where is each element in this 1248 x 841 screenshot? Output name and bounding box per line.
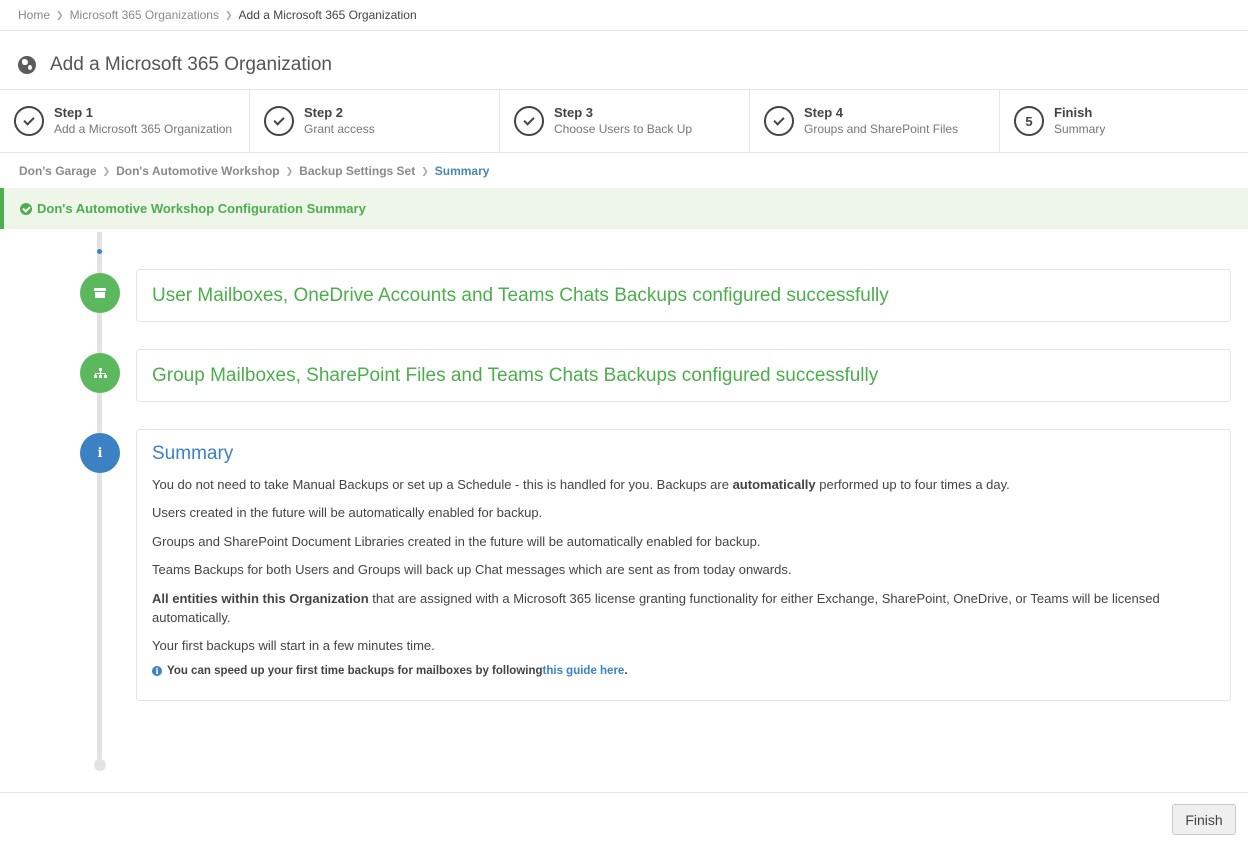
check-circle-icon	[20, 202, 32, 215]
breadcrumb-workshop-link[interactable]: Don's Automotive Workshop	[116, 164, 280, 178]
alert-text: Don's Automotive Workshop Configuration …	[37, 201, 366, 216]
breadcrumb-summary: Summary	[434, 164, 490, 178]
summary-paragraph: All entities within this Organization th…	[152, 591, 1160, 625]
timeline-end-dot	[94, 759, 106, 771]
step-title: Step 4	[804, 104, 844, 120]
step-number-badge: 5	[1014, 106, 1044, 136]
summary-paragraph: Your first backups will start in a few m…	[152, 638, 435, 653]
finish-button[interactable]: Finish	[1172, 804, 1236, 835]
wizard-step-4[interactable]: Step 4 Groups and SharePoint Files	[750, 90, 1000, 152]
breadcrumb-home-link[interactable]: Home	[18, 8, 50, 22]
wizard-step-finish: 5 Finish Summary	[1000, 90, 1248, 152]
timeline-card-title: Group Mailboxes, SharePoint Files and Te…	[152, 365, 879, 386]
breadcrumb-current: Add a Microsoft 365 Organization	[238, 8, 417, 22]
check-icon	[14, 106, 44, 136]
chevron-right-icon: ❯	[421, 165, 429, 176]
breadcrumb: Home ❯ Microsoft 365 Organizations ❯ Add…	[18, 7, 417, 23]
divider	[0, 792, 1248, 793]
check-icon	[764, 106, 794, 136]
wizard-steps: Step 1 Add a Microsoft 365 Organization …	[0, 89, 1248, 153]
summary-paragraph: You do not need to take Manual Backups o…	[152, 477, 1010, 492]
summary-paragraph: Groups and SharePoint Document Libraries…	[152, 534, 761, 549]
globe-icon	[18, 56, 36, 74]
step-subtitle: Add a Microsoft 365 Organization	[54, 121, 233, 136]
step-title: Finish	[1054, 104, 1093, 120]
summary-title: Summary	[152, 443, 234, 464]
step-subtitle: Summary	[1054, 121, 1106, 136]
info-circle-icon: i	[152, 666, 162, 676]
chevron-right-icon: ❯	[56, 9, 64, 20]
step-subtitle: Grant access	[304, 121, 375, 136]
wizard-step-2[interactable]: Step 2 Grant access	[250, 90, 500, 152]
wizard-step-3[interactable]: Step 3 Choose Users to Back Up	[500, 90, 750, 152]
timeline-card-title: User Mailboxes, OneDrive Accounts and Te…	[152, 285, 889, 306]
check-icon	[514, 106, 544, 136]
breadcrumb-organizations-link[interactable]: Microsoft 365 Organizations	[70, 8, 219, 22]
summary-tip: i You can speed up your first time backu…	[152, 665, 628, 677]
chevron-right-icon: ❯	[224, 9, 233, 20]
breadcrumb-garage-link[interactable]: Don's Garage	[19, 164, 97, 178]
guide-link[interactable]: this guide here	[543, 665, 625, 677]
summary-paragraph: Teams Backups for both Users and Groups …	[152, 562, 792, 577]
info-icon: i	[80, 433, 120, 473]
page-title: Add a Microsoft 365 Organization	[50, 54, 332, 75]
summary-card: Summary You do not need to take Manual B…	[136, 429, 1231, 701]
divider	[0, 30, 1248, 31]
chevron-right-icon: ❯	[285, 165, 294, 176]
summary-paragraph: Users created in the future will be auto…	[152, 505, 543, 520]
page-header: Add a Microsoft 365 Organization	[18, 52, 332, 78]
sitemap-icon	[80, 353, 120, 393]
step-title: Step 1	[54, 104, 94, 120]
timeline-card-users: User Mailboxes, OneDrive Accounts and Te…	[136, 269, 1231, 322]
timeline-card-groups: Group Mailboxes, SharePoint Files and Te…	[136, 349, 1231, 402]
archive-icon	[80, 273, 120, 313]
check-icon	[264, 106, 294, 136]
step-title: Step 3	[554, 104, 594, 120]
step-subtitle: Groups and SharePoint Files	[804, 121, 959, 136]
wizard-step-1[interactable]: Step 1 Add a Microsoft 365 Organization	[0, 90, 250, 152]
step-subtitle: Choose Users to Back Up	[554, 121, 693, 136]
chevron-right-icon: ❯	[102, 165, 111, 176]
timeline-start-dot	[97, 249, 102, 254]
settings-breadcrumb: Don's Garage ❯ Don's Automotive Workshop…	[19, 163, 489, 179]
success-alert: Don's Automotive Workshop Configuration …	[0, 188, 1248, 229]
breadcrumb-backup-settings-link[interactable]: Backup Settings Set	[299, 164, 415, 178]
step-title: Step 2	[304, 104, 344, 120]
